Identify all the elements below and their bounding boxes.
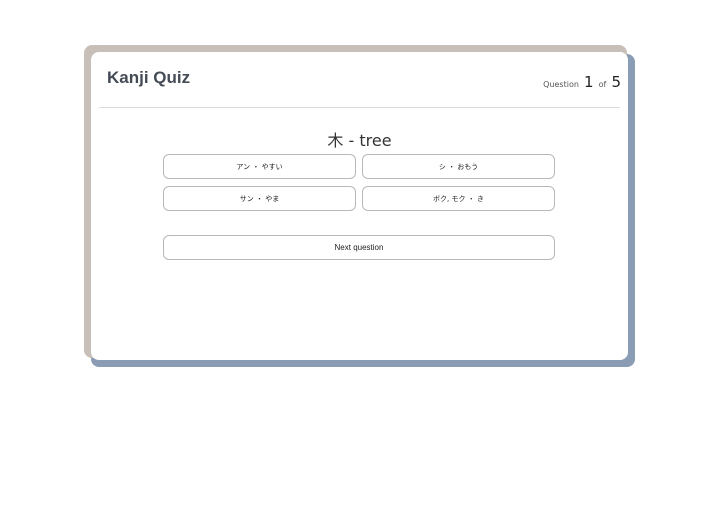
answer-option-1[interactable]: アン ・ やすい xyxy=(163,154,356,179)
app-title: Kanji Quiz xyxy=(107,68,191,87)
counter-current: 1 xyxy=(584,73,594,91)
counter-of: of xyxy=(598,80,607,89)
next-question-button[interactable]: Next question xyxy=(163,235,555,260)
counter-total: 5 xyxy=(611,73,621,91)
answer-option-3[interactable]: サン ・ やま xyxy=(163,186,356,211)
question-prompt: 木 - tree xyxy=(327,131,392,150)
answer-option-2[interactable]: シ ・ おもう xyxy=(362,154,555,179)
quiz-stage: Kanji Quiz Question 1 of 5 木 - tree アン ・… xyxy=(0,0,718,515)
question-counter: Question 1 of 5 xyxy=(543,72,621,91)
answer-grid: アン ・ やすい シ ・ おもう サン ・ やま ボク, モク ・ き xyxy=(163,154,555,211)
counter-label: Question xyxy=(543,80,579,89)
answer-option-4[interactable]: ボク, モク ・ き xyxy=(362,186,555,211)
quiz-card: Kanji Quiz Question 1 of 5 木 - tree アン ・… xyxy=(91,52,628,360)
quiz-header: Kanji Quiz Question 1 of 5 xyxy=(99,52,621,108)
